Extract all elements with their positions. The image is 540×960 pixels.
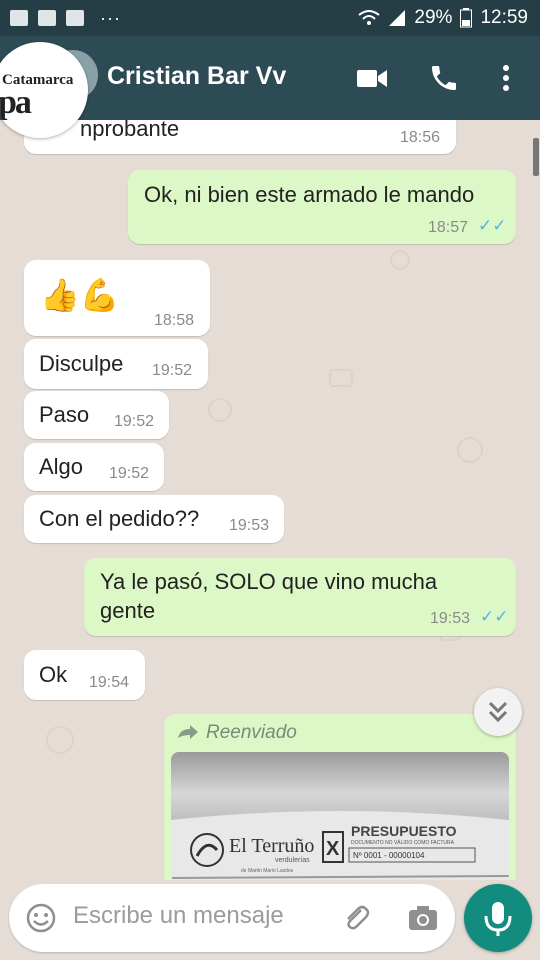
receipt-note: DOCUMENTO NO VÁLIDO COMO FACTURA xyxy=(351,839,455,846)
message-bubble-outgoing-forwarded[interactable]: Reenviado El Terruño verdulerías de Mart… xyxy=(164,714,516,880)
message-bubble-outgoing[interactable]: Ya le pasó, SOLO que vino mucha gente 19… xyxy=(84,558,516,636)
message-text-line: gente xyxy=(100,598,156,623)
message-bubble-incoming[interactable]: Paso 19:52 xyxy=(24,391,169,439)
receipt-letter: X xyxy=(326,838,340,860)
clock: 12:59 xyxy=(480,7,528,28)
camera-icon[interactable] xyxy=(406,901,440,935)
receipt-number: Nº 0001 - 00000104 xyxy=(353,851,425,860)
more-vert-icon[interactable] xyxy=(496,62,516,94)
message-text: Disculpe xyxy=(39,351,124,376)
gallery-icon xyxy=(10,10,28,26)
facebook-icon xyxy=(38,10,56,26)
message-text: Con el pedido?? xyxy=(39,506,200,531)
message-time: 18:56 xyxy=(400,129,441,146)
message-composer[interactable]: Escribe un mensaje xyxy=(9,884,455,952)
message-bubble-incoming[interactable]: Disculpe 19:52 xyxy=(24,339,208,389)
avatar-logo-text: pa xyxy=(0,84,32,121)
message-text: Algo xyxy=(39,454,84,479)
message-time: 19:52 xyxy=(114,413,155,430)
scroll-to-bottom-button[interactable] xyxy=(474,688,522,736)
message-bubble-incoming[interactable]: Ok 19:54 xyxy=(24,650,145,700)
emoji-message: 👍💪 xyxy=(40,277,120,313)
more-notifications-icon: ··· xyxy=(100,7,121,28)
message-list[interactable]: nprobante 18:56 Ok, ni bien este armado … xyxy=(0,120,540,880)
receipt-brand: El Terruño xyxy=(229,835,314,857)
notification-icons: ··· xyxy=(10,8,121,29)
battery-percent: 29% xyxy=(414,7,453,28)
forwarded-text: Reenviado xyxy=(206,722,297,743)
message-bubble-outgoing[interactable]: Ok, ni bien este armado le mando 18:57 ✓… xyxy=(128,170,516,244)
message-time: 19:53 xyxy=(430,610,471,627)
image-attachment[interactable]: El Terruño verdulerías de Martin Mario L… xyxy=(171,752,509,880)
battery-icon xyxy=(460,8,473,28)
video-call-icon[interactable] xyxy=(356,62,388,94)
contact-name[interactable]: Cristian Bar Vv xyxy=(107,62,286,91)
paperclip-icon[interactable] xyxy=(339,901,373,935)
message-text-line: Ya le pasó, SOLO que vino mucha xyxy=(100,569,438,594)
receipt-title: PRESUPUESTO xyxy=(351,823,457,839)
phone-icon[interactable] xyxy=(428,62,460,94)
message-bubble-incoming[interactable]: Algo 19:52 xyxy=(24,443,164,491)
message-time: 18:57 xyxy=(428,219,469,236)
message-text: Ok xyxy=(39,662,68,687)
message-input[interactable]: Escribe un mensaje xyxy=(73,902,284,930)
message-time: 18:58 xyxy=(154,312,195,329)
read-receipt-icon: ✓✓ xyxy=(478,216,507,235)
message-bubble-incoming[interactable]: nprobante 18:56 xyxy=(24,120,456,154)
scrollbar-thumb[interactable] xyxy=(533,138,539,176)
forwarded-label: Reenviado xyxy=(176,722,297,744)
message-time: 19:54 xyxy=(89,674,130,691)
message-bubble-incoming[interactable]: 👍💪 18:58 xyxy=(24,260,210,336)
receipt-brand-tag: de Martin Mario Lasdes xyxy=(241,868,294,874)
message-text: Paso xyxy=(39,402,90,427)
emoji-icon[interactable] xyxy=(25,902,57,934)
message-time: 19:52 xyxy=(152,362,193,379)
double-chevron-down-icon xyxy=(488,701,508,723)
status-bar: ··· 29% 12:59 xyxy=(0,0,540,36)
receipt-brand-sub: verdulerías xyxy=(275,857,310,864)
read-receipt-icon: ✓✓ xyxy=(480,607,509,626)
receipt-photo: El Terruño verdulerías de Martin Mario L… xyxy=(171,752,509,880)
message-text: nprobante xyxy=(80,120,180,141)
wifi-icon xyxy=(358,10,381,25)
message-time: 19:52 xyxy=(109,465,150,482)
microphone-icon xyxy=(484,902,512,936)
message-time: 19:53 xyxy=(229,517,270,534)
mic-button[interactable] xyxy=(464,884,532,952)
message-bubble-incoming[interactable]: Con el pedido?? 19:53 xyxy=(24,495,284,543)
status-right: 29% 12:59 xyxy=(358,0,528,36)
forward-arrow-icon xyxy=(178,725,198,739)
facebook-icon xyxy=(66,10,84,26)
message-text: Ok, ni bien este armado le mando xyxy=(144,182,475,207)
signal-icon xyxy=(389,10,406,26)
